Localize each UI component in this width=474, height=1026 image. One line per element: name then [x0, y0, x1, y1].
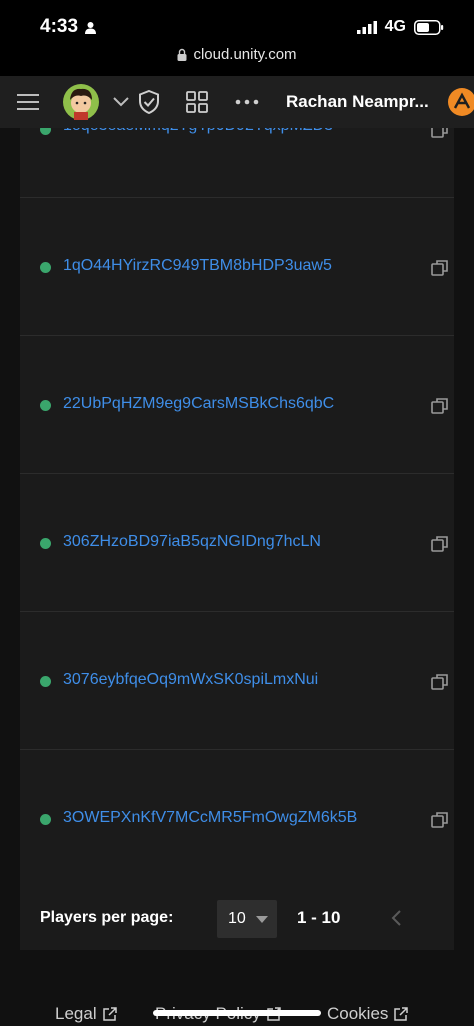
menu-button[interactable]: [16, 76, 40, 128]
online-status-dot: [40, 538, 51, 549]
online-status-dot: [40, 676, 51, 687]
copy-icon[interactable]: [431, 673, 449, 691]
grid-icon: [186, 91, 208, 113]
lock-icon: [177, 48, 187, 61]
clock: 4:33: [40, 16, 97, 38]
home-indicator[interactable]: [153, 1010, 321, 1016]
cookies-link[interactable]: Cookies: [327, 1004, 409, 1024]
copy-icon[interactable]: [431, 128, 449, 139]
list-item: 306ZHzoBD97iaB5qzNGIDng7hcLN: [20, 474, 454, 612]
player-id-link[interactable]: 22UbPqHZM9eg9CarsMSBkChs6qbC: [63, 395, 334, 413]
player-id-link[interactable]: 1qO44HYirzRC949TBM8bHDP3uaw5: [63, 257, 332, 275]
online-status-dot: [40, 400, 51, 411]
list-item: 3076eybfqeOq9mWxSK0spiLmxNui: [20, 612, 454, 750]
per-page-value: 10: [228, 910, 246, 927]
page-range: 1 - 10: [297, 908, 341, 927]
legal-label: Legal: [55, 1004, 97, 1023]
copy-icon[interactable]: [431, 535, 449, 553]
apps-button[interactable]: [185, 76, 209, 128]
copy-icon[interactable]: [431, 397, 449, 415]
copy-icon[interactable]: [431, 811, 449, 829]
time-text: 4:33: [40, 16, 79, 37]
signal-icon: [356, 20, 377, 34]
list-item: 22UbPqHZM9eg9CarsMSBkChs6qbC: [20, 336, 454, 474]
external-link-icon: [394, 1007, 409, 1021]
player-list: 1oqo3eaeMmq2TgYp0D92TqxpMZD3 1qO44HYirzR…: [20, 128, 454, 950]
hamburger-icon: [17, 94, 39, 110]
user-menu-button[interactable]: [447, 76, 474, 128]
status-indicators: 4G: [356, 18, 444, 36]
list-item: 1oqo3eaeMmq2TgYp0D92TqxpMZD3: [20, 128, 454, 198]
player-id-link[interactable]: 306ZHzoBD97iaB5qzNGIDng7hcLN: [63, 533, 321, 551]
brand-avatar-icon: [448, 88, 474, 116]
per-page-select[interactable]: 10: [217, 900, 277, 938]
online-status-dot: [40, 262, 51, 273]
cookies-label: Cookies: [327, 1004, 389, 1023]
shield-check-icon: [139, 90, 159, 114]
chevron-down-icon: [113, 97, 129, 107]
more-button[interactable]: [235, 76, 259, 128]
external-link-icon: [102, 1007, 117, 1021]
user-name[interactable]: Rachan Neampr...: [286, 76, 441, 128]
player-id-link[interactable]: 3OWEPXnKfV7MCcMR5FmOwgZM6k5B: [63, 809, 357, 827]
security-button[interactable]: [137, 76, 161, 128]
list-item: 1qO44HYirzRC949TBM8bHDP3uaw5: [20, 198, 454, 336]
chevron-left-icon[interactable]: [390, 904, 402, 932]
app-header: Rachan Neampr...: [0, 76, 474, 128]
avatar: [63, 84, 99, 120]
device-status-bar: 4:33 4G cloud.unity.com: [0, 0, 474, 76]
copy-icon[interactable]: [431, 259, 449, 277]
footer: Legal Privacy Policy Cookies: [0, 990, 474, 1026]
caret-down-icon: [255, 915, 268, 923]
pagination-bar: Players per page: 10 1 - 10: [20, 886, 454, 950]
online-status-dot: [40, 128, 51, 135]
player-id-link[interactable]: 1oqo3eaeMmq2TgYp0D92TqxpMZD3: [63, 128, 333, 135]
legal-link[interactable]: Legal: [55, 1004, 117, 1024]
person-icon: [85, 21, 97, 34]
per-page-label: Players per page:: [40, 909, 174, 926]
org-switcher[interactable]: [60, 76, 132, 128]
more-horizontal-icon: [235, 99, 259, 105]
address-bar[interactable]: cloud.unity.com: [0, 46, 474, 63]
player-id-link[interactable]: 3076eybfqeOq9mWxSK0spiLmxNui: [63, 671, 318, 689]
network-type: 4G: [384, 18, 406, 35]
list-item: 3OWEPXnKfV7MCcMR5FmOwgZM6k5B: [20, 750, 454, 888]
online-status-dot: [40, 814, 51, 825]
battery-icon: [414, 19, 444, 35]
url-text: cloud.unity.com: [193, 46, 297, 63]
